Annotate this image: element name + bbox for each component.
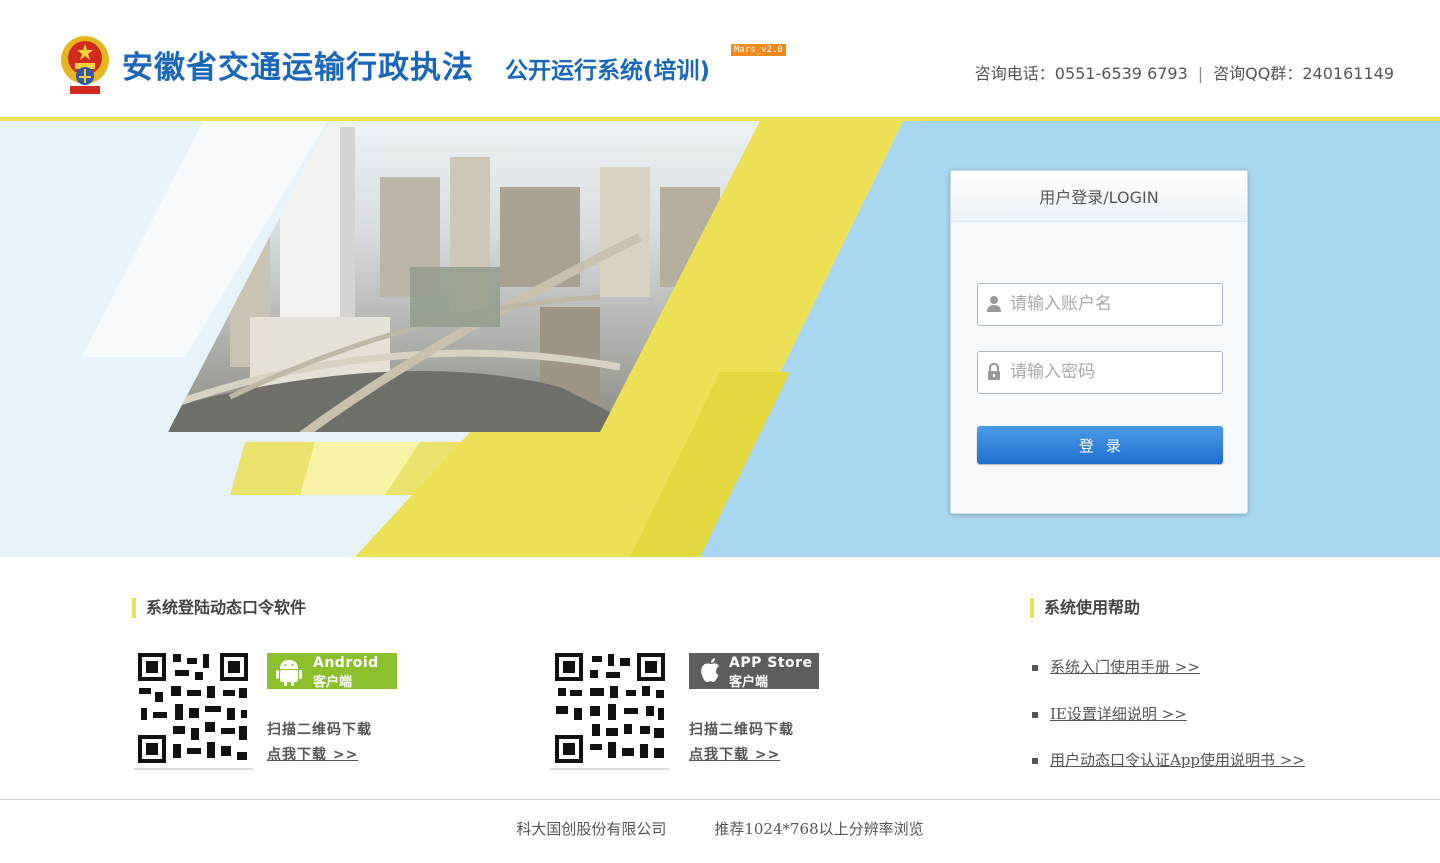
android-icon — [276, 660, 302, 686]
password-input[interactable] — [1010, 352, 1210, 391]
download-section-title: 系统登陆动态口令软件 — [132, 598, 306, 618]
android-scan-text: 扫描二维码下载 — [267, 722, 372, 738]
bullet-icon — [1032, 758, 1038, 764]
android-download-link[interactable]: 点我下载 >> — [267, 744, 358, 764]
login-panel: 用户登录/LOGIN 登录 — [950, 170, 1248, 514]
footer-divider — [0, 799, 1440, 800]
help-item-manual: 系统入门使用手册 >> — [1032, 656, 1200, 677]
header: 安徽省交通运输行政执法 公开运行系统(培训) Mars_v2.0 咨询电话：05… — [0, 0, 1440, 117]
android-badge-title: Android — [313, 655, 379, 671]
username-field[interactable] — [977, 283, 1223, 326]
help-item-app-guide: 用户动态口令认证App使用说明书 >> — [1032, 749, 1305, 770]
help-section-title: 系统使用帮助 — [1030, 598, 1140, 618]
site-title: 安徽省交通运输行政执法 — [122, 50, 474, 86]
national-emblem-icon — [61, 36, 109, 94]
android-badge[interactable]: Android 客户端 — [267, 653, 397, 690]
contact-separator: | — [1197, 64, 1204, 83]
login-button[interactable]: 登录 — [977, 426, 1223, 464]
apple-icon — [701, 658, 719, 682]
login-title: 用户登录/LOGIN — [951, 171, 1247, 222]
contact-info: 咨询电话：0551-6539 6793 | 咨询QQ群：240161149 — [975, 60, 1394, 84]
phone-label: 咨询电话： — [974, 64, 1055, 83]
ios-scan-text: 扫描二维码下载 — [689, 722, 794, 738]
ios-download-link[interactable]: 点我下载 >> — [689, 744, 780, 764]
banner-top-stripe — [0, 117, 1440, 121]
username-input[interactable] — [1010, 284, 1210, 323]
phone-number: 0551-6539 6793 — [1054, 64, 1188, 83]
qq-label: 咨询QQ群： — [1213, 64, 1303, 83]
help-item-ie-settings: IE设置详细说明 >> — [1032, 703, 1187, 724]
lock-icon — [988, 363, 1000, 380]
bullet-icon — [1032, 665, 1038, 671]
app-store-badge[interactable]: APP Store 客户端 — [689, 653, 819, 690]
version-badge: Mars_v2.0 — [731, 44, 786, 56]
android-badge-subtitle: 客户端 — [313, 675, 353, 690]
footer-resolution-note: 推荐1024*768以上分辨率浏览 — [714, 820, 924, 838]
footer: 科大国创股份有限公司 推荐1024*768以上分辨率浏览 — [0, 818, 1440, 839]
help-link-ie-settings[interactable]: IE设置详细说明 >> — [1050, 705, 1187, 723]
bullet-icon — [1032, 712, 1038, 718]
app-store-badge-title: APP Store — [729, 655, 813, 671]
password-field[interactable] — [977, 351, 1223, 394]
qq-number: 240161149 — [1302, 64, 1394, 83]
android-qr-code-icon — [133, 648, 253, 770]
user-icon — [987, 296, 1001, 312]
help-link-app-guide[interactable]: 用户动态口令认证App使用说明书 >> — [1050, 751, 1305, 769]
ios-qr-code-icon — [550, 648, 670, 770]
footer-company: 科大国创股份有限公司 — [516, 820, 667, 838]
site-subtitle: 公开运行系统(培训) — [505, 58, 711, 84]
help-link-manual[interactable]: 系统入门使用手册 >> — [1050, 658, 1200, 676]
app-store-badge-subtitle: 客户端 — [729, 675, 769, 690]
